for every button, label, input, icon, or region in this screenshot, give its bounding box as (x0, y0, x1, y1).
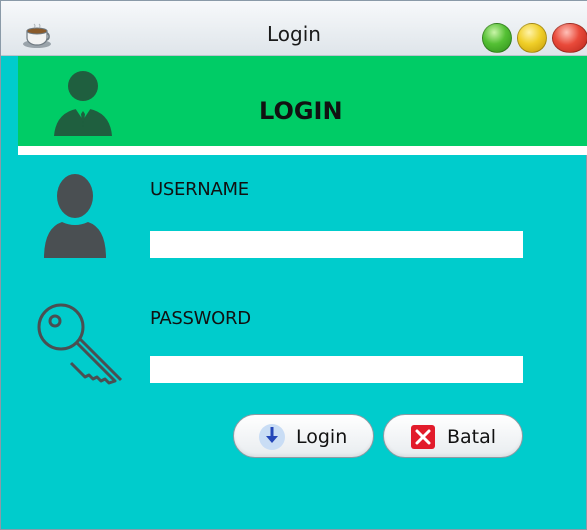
username-label: USERNAME (150, 179, 249, 200)
password-input[interactable] (150, 356, 523, 383)
title-bar[interactable]: Login (1, 1, 587, 56)
username-input[interactable] (150, 231, 523, 258)
arrow-down-icon (259, 424, 285, 450)
login-button-label: Login (296, 426, 348, 448)
login-button[interactable]: Login (233, 414, 374, 458)
header-divider (18, 146, 587, 155)
close-button[interactable] (552, 23, 587, 53)
red-x-icon (411, 425, 435, 449)
maximize-button[interactable] (482, 23, 512, 53)
login-window: Login LOGIN USERNAME PASSWORD Login Bata… (0, 0, 587, 530)
user-silhouette-icon (44, 174, 106, 258)
header-banner: LOGIN (18, 56, 587, 146)
minimize-button[interactable] (517, 23, 547, 53)
cancel-button-label: Batal (447, 426, 497, 448)
cancel-button[interactable]: Batal (383, 414, 523, 458)
header-title: LOGIN (259, 97, 343, 125)
business-user-icon (54, 71, 112, 136)
key-icon (37, 303, 123, 385)
password-label: PASSWORD (150, 308, 251, 329)
